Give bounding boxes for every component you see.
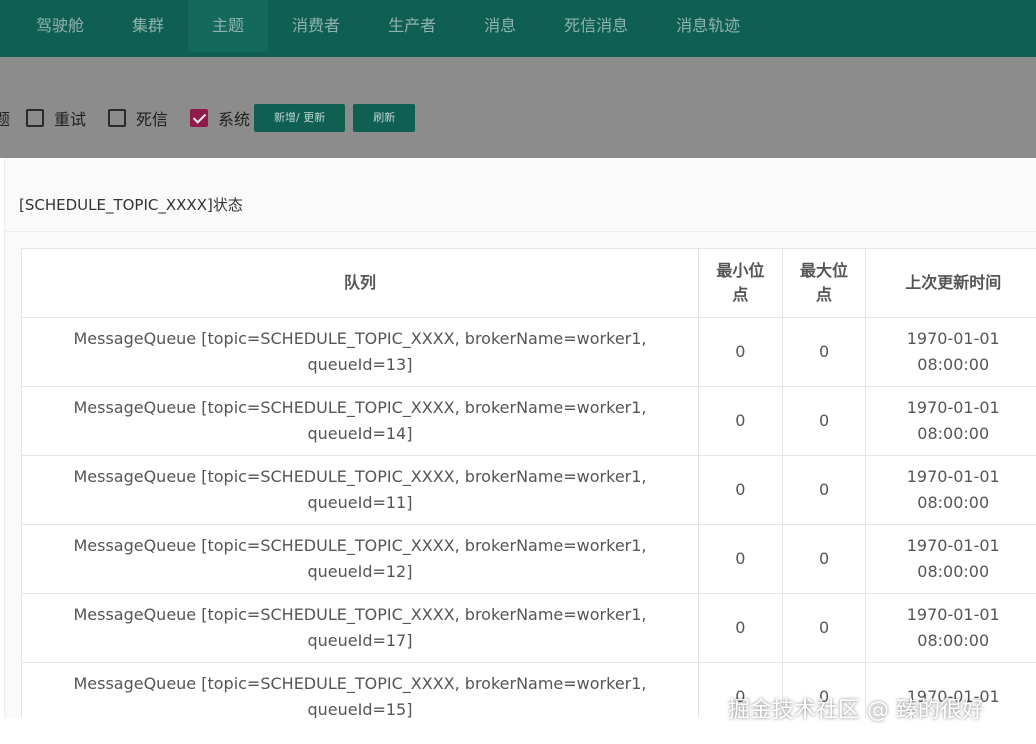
add-update-button[interactable]: 新增/ 更新 <box>254 104 346 132</box>
cell-last-update-text: 1970-01-01 08:00:00 <box>906 467 1000 512</box>
cell-queue: MessageQueue [topic=SCHEDULE_TOPIC_XXXX,… <box>21 317 699 387</box>
cell-max-offset: 0 <box>781 317 867 387</box>
header-last-update: 上次更新时间 <box>865 248 1036 318</box>
cell-min-offset: 0 <box>697 317 783 387</box>
cell-max-offset: 0 <box>781 524 867 594</box>
nav-item-consumer[interactable]: 消费者 <box>268 0 364 52</box>
header-min-offset: 最小位点 <box>697 248 783 318</box>
retry-checkbox-label: 重试 <box>54 110 87 129</box>
cell-max-offset: 0 <box>781 593 867 663</box>
table-row: MessageQueue [topic=SCHEDULE_TOPIC_XXXX,… <box>21 524 1036 594</box>
filter-row: 题 重试 死信 系统 新增/ 更新 刷新 <box>0 104 423 132</box>
cell-last-update-text: 1970-01-01 08:00:00 <box>906 398 1000 443</box>
cell-last-update: 1970-01-01 08:00:00 <box>865 386 1036 456</box>
table-row: MessageQueue [topic=SCHEDULE_TOPIC_XXXX,… <box>21 455 1036 525</box>
retry-checkbox-box[interactable] <box>26 109 44 127</box>
table-row: MessageQueue [topic=SCHEDULE_TOPIC_XXXX,… <box>21 317 1036 387</box>
table-header-row: 队列 最小位点 最大位点 上次更新时间 <box>21 248 1036 318</box>
nav-item-topic[interactable]: 主题 <box>188 0 269 52</box>
refresh-button[interactable]: 刷新 <box>353 104 416 132</box>
top-navigation: 驾驶舱 集群 主题 消费者 生产者 消息 死信消息 消息轨迹 <box>0 0 1036 57</box>
nav-item-dashboard[interactable]: 驾驶舱 <box>0 0 108 52</box>
nav-item-dead-letter[interactable]: 死信消息 <box>540 0 652 52</box>
system-checkbox[interactable]: 系统 <box>190 106 250 130</box>
cell-last-update: 1970-01-01 08:00:00 <box>865 455 1036 525</box>
dead-letter-checkbox-label: 死信 <box>136 110 169 129</box>
header-queue: 队列 <box>21 248 699 318</box>
watermark: 掘金技术社区 @ 臻的很好 <box>728 698 984 723</box>
cell-last-update: 1970-01-01 08:00:00 <box>865 317 1036 387</box>
header-max-offset: 最大位点 <box>781 248 867 318</box>
cell-last-update-text: 1970-01-01 08:00:00 <box>906 536 1000 581</box>
cell-last-update: 1970-01-01 08:00:00 <box>865 524 1036 594</box>
table-row: MessageQueue [topic=SCHEDULE_TOPIC_XXXX,… <box>21 593 1036 663</box>
cell-queue: MessageQueue [topic=SCHEDULE_TOPIC_XXXX,… <box>21 524 699 594</box>
header-max-offset-text: 最大位点 <box>800 261 849 304</box>
system-checkbox-label: 系统 <box>218 110 251 129</box>
cell-queue: MessageQueue [topic=SCHEDULE_TOPIC_XXXX,… <box>21 455 699 525</box>
table-row: MessageQueue [topic=SCHEDULE_TOPIC_XXXX,… <box>21 386 1036 456</box>
cell-min-offset: 0 <box>697 386 783 456</box>
panel-divider <box>5 231 1036 232</box>
retry-checkbox[interactable]: 重试 <box>26 106 86 130</box>
panel-title: [SCHEDULE_TOPIC_XXXX]状态 <box>19 196 243 214</box>
nav-item-message[interactable]: 消息 <box>460 0 540 52</box>
nav-item-message-trace[interactable]: 消息轨迹 <box>652 0 764 52</box>
cell-max-offset: 0 <box>781 386 867 456</box>
nav-item-cluster[interactable]: 集群 <box>108 0 188 52</box>
dead-letter-checkbox-box[interactable] <box>108 109 127 127</box>
cell-queue: MessageQueue [topic=SCHEDULE_TOPIC_XXXX,… <box>21 386 699 456</box>
cell-last-update-text: 1970-01-01 08:00:00 <box>906 329 1000 374</box>
topic-status-panel: [SCHEDULE_TOPIC_XXXX]状态 队列 最小位点 最大位点 上次更… <box>4 158 1036 732</box>
cell-min-offset: 0 <box>697 455 783 525</box>
cell-min-offset: 0 <box>697 593 783 663</box>
queue-status-table: 队列 最小位点 最大位点 上次更新时间 MessageQueue [topic=… <box>21 248 1036 732</box>
system-checkbox-box[interactable] <box>190 109 209 127</box>
dead-letter-checkbox[interactable]: 死信 <box>108 106 168 130</box>
nav-item-producer[interactable]: 生产者 <box>364 0 460 52</box>
cell-min-offset: 0 <box>697 524 783 594</box>
cell-queue: MessageQueue [topic=SCHEDULE_TOPIC_XXXX,… <box>21 593 699 663</box>
cell-last-update-text: 1970-01-01 08:00:00 <box>906 605 1000 650</box>
header-min-offset-text: 最小位点 <box>716 261 765 304</box>
filter-label-cut: 题 <box>0 110 10 129</box>
cell-last-update: 1970-01-01 08:00:00 <box>865 593 1036 663</box>
filter-toolbar: 题 重试 死信 系统 新增/ 更新 刷新 <box>0 57 1036 158</box>
cell-max-offset: 0 <box>781 455 867 525</box>
